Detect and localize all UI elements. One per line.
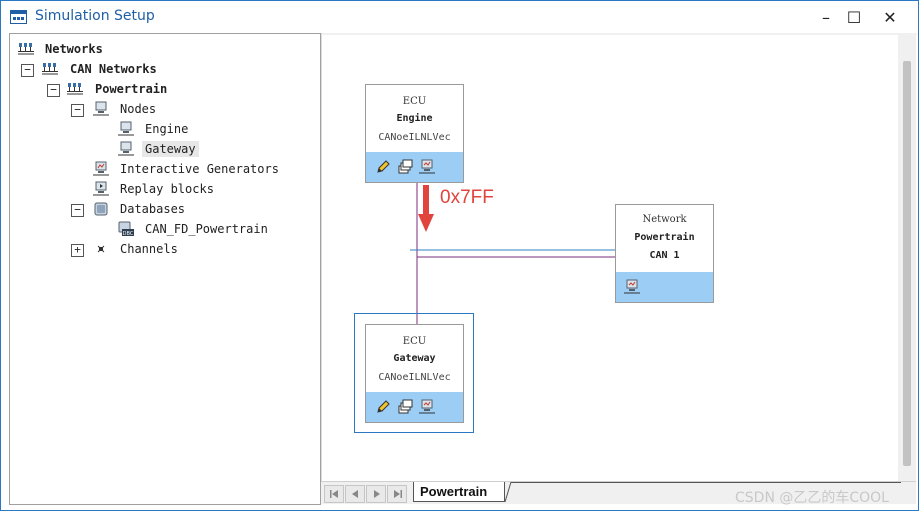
tree-item-databases[interactable]: Databases (117, 200, 188, 218)
block-name-label: Powertrain (634, 232, 695, 243)
dbc-file-icon: DBC (118, 221, 134, 237)
last-page-icon (393, 490, 402, 498)
channels-icon (97, 245, 105, 253)
stack-settings-icon[interactable] (397, 159, 413, 175)
scrollbar-thumb[interactable] (903, 61, 911, 466)
engine-ecu-block[interactable]: ECU Engine CANoeILNLVec (365, 84, 464, 183)
block-type-label: ECU (402, 96, 427, 107)
vertical-scrollbar[interactable] (898, 35, 916, 481)
svg-text:DBC: DBC (123, 231, 134, 237)
pencil-icon[interactable] (375, 159, 391, 175)
node-network-icon[interactable] (419, 399, 435, 415)
pencil-icon[interactable] (375, 399, 391, 415)
block-toolbar (366, 392, 463, 422)
gateway-node-icon (118, 141, 134, 156)
block-model-label: CANoeILNLVec (378, 132, 451, 143)
nodes-icon (93, 101, 109, 116)
tree-item-powertrain[interactable]: Powertrain (92, 80, 170, 98)
engine-node-icon (118, 121, 134, 136)
tree-item-interactive-generators[interactable]: Interactive Generators (117, 160, 282, 178)
node-network-icon[interactable] (419, 159, 435, 175)
tab-baseline (511, 482, 901, 483)
next-page-icon (373, 490, 380, 498)
tree-item-nodes[interactable]: Nodes (117, 100, 159, 118)
database-icon (94, 202, 108, 216)
simulation-setup-window: Simulation Setup – ☐ ✕ Networks − CAN Ne… (0, 0, 919, 511)
block-name-label: Engine (396, 113, 433, 124)
tree-label: Interactive Generators (120, 162, 279, 176)
network-tree[interactable]: Networks − CAN Networks − Powertrain − N… (9, 33, 321, 505)
block-name-label: Gateway (393, 353, 436, 364)
stack-settings-icon[interactable] (397, 399, 413, 415)
tree-label: Replay blocks (120, 182, 214, 196)
block-type-label: ECU (402, 336, 427, 347)
networks-icon (18, 43, 34, 55)
gateway-ecu-block[interactable]: ECU Gateway CANoeILNLVec (365, 324, 464, 423)
next-tab-button[interactable] (366, 485, 386, 503)
message-id-label: 0x7FF (440, 187, 494, 208)
tree-item-can-networks[interactable]: CAN Networks (67, 60, 160, 78)
first-page-icon (329, 490, 338, 498)
block-toolbar (366, 152, 463, 182)
tree-label: Gateway (142, 141, 199, 157)
collapse-powertrain-toggle[interactable]: − (47, 84, 60, 97)
tree-item-engine[interactable]: Engine (142, 120, 191, 138)
node-network-icon[interactable] (624, 279, 640, 295)
first-tab-button[interactable] (324, 485, 344, 503)
tree-label: CAN Networks (70, 62, 157, 76)
collapse-nodes-toggle[interactable]: − (71, 104, 84, 117)
tree-label: CAN_FD_Powertrain (145, 222, 268, 236)
tree-item-replay-blocks[interactable]: Replay blocks (117, 180, 217, 198)
simulation-diagram-canvas[interactable]: ECU Engine CANoeILNLVec 0x7FF Network Po… (321, 33, 917, 481)
tree-label: Channels (120, 242, 178, 256)
block-toolbar (616, 272, 713, 302)
collapse-databases-toggle[interactable]: − (71, 204, 84, 217)
tree-item-channels[interactable]: Channels (117, 240, 181, 258)
tree-label: Powertrain (95, 82, 168, 96)
network-setup-icon (10, 10, 27, 24)
tab-edge (504, 482, 512, 503)
replay-block-icon (93, 181, 109, 196)
message-arrow (418, 185, 434, 232)
powertrain-network-icon (67, 83, 83, 95)
block-model-label: CANoeILNLVec (378, 372, 451, 383)
maximize-button[interactable]: ☐ (837, 1, 871, 33)
tree-label: Nodes (120, 102, 157, 116)
tree-item-can-fd-powertrain[interactable]: CAN_FD_Powertrain (142, 220, 271, 238)
previous-tab-button[interactable] (345, 485, 365, 503)
tree-item-networks[interactable]: Networks (42, 40, 106, 58)
previous-page-icon (351, 490, 358, 498)
watermark: CSDN @乙乙的车COOL (735, 490, 889, 506)
block-bus-label: CAN 1 (649, 250, 680, 261)
tree-label: Databases (120, 202, 186, 216)
title-bar: Simulation Setup – ☐ ✕ (1, 1, 918, 33)
tree-item-gateway[interactable]: Gateway (142, 140, 199, 158)
collapse-can-networks-toggle[interactable]: − (21, 64, 34, 77)
tree-label: Networks (45, 42, 103, 56)
block-type-label: Network (642, 214, 687, 225)
close-button[interactable]: ✕ (873, 1, 907, 33)
tree-label: Engine (145, 122, 189, 136)
last-tab-button[interactable] (387, 485, 407, 503)
can-networks-icon (42, 63, 58, 75)
expand-channels-toggle[interactable]: + (71, 244, 84, 257)
window-title: Simulation Setup (35, 8, 155, 24)
interactive-generator-icon (93, 161, 109, 176)
tab-powertrain[interactable]: Powertrain (413, 482, 505, 502)
network-block[interactable]: Network Powertrain CAN 1 (615, 204, 714, 303)
